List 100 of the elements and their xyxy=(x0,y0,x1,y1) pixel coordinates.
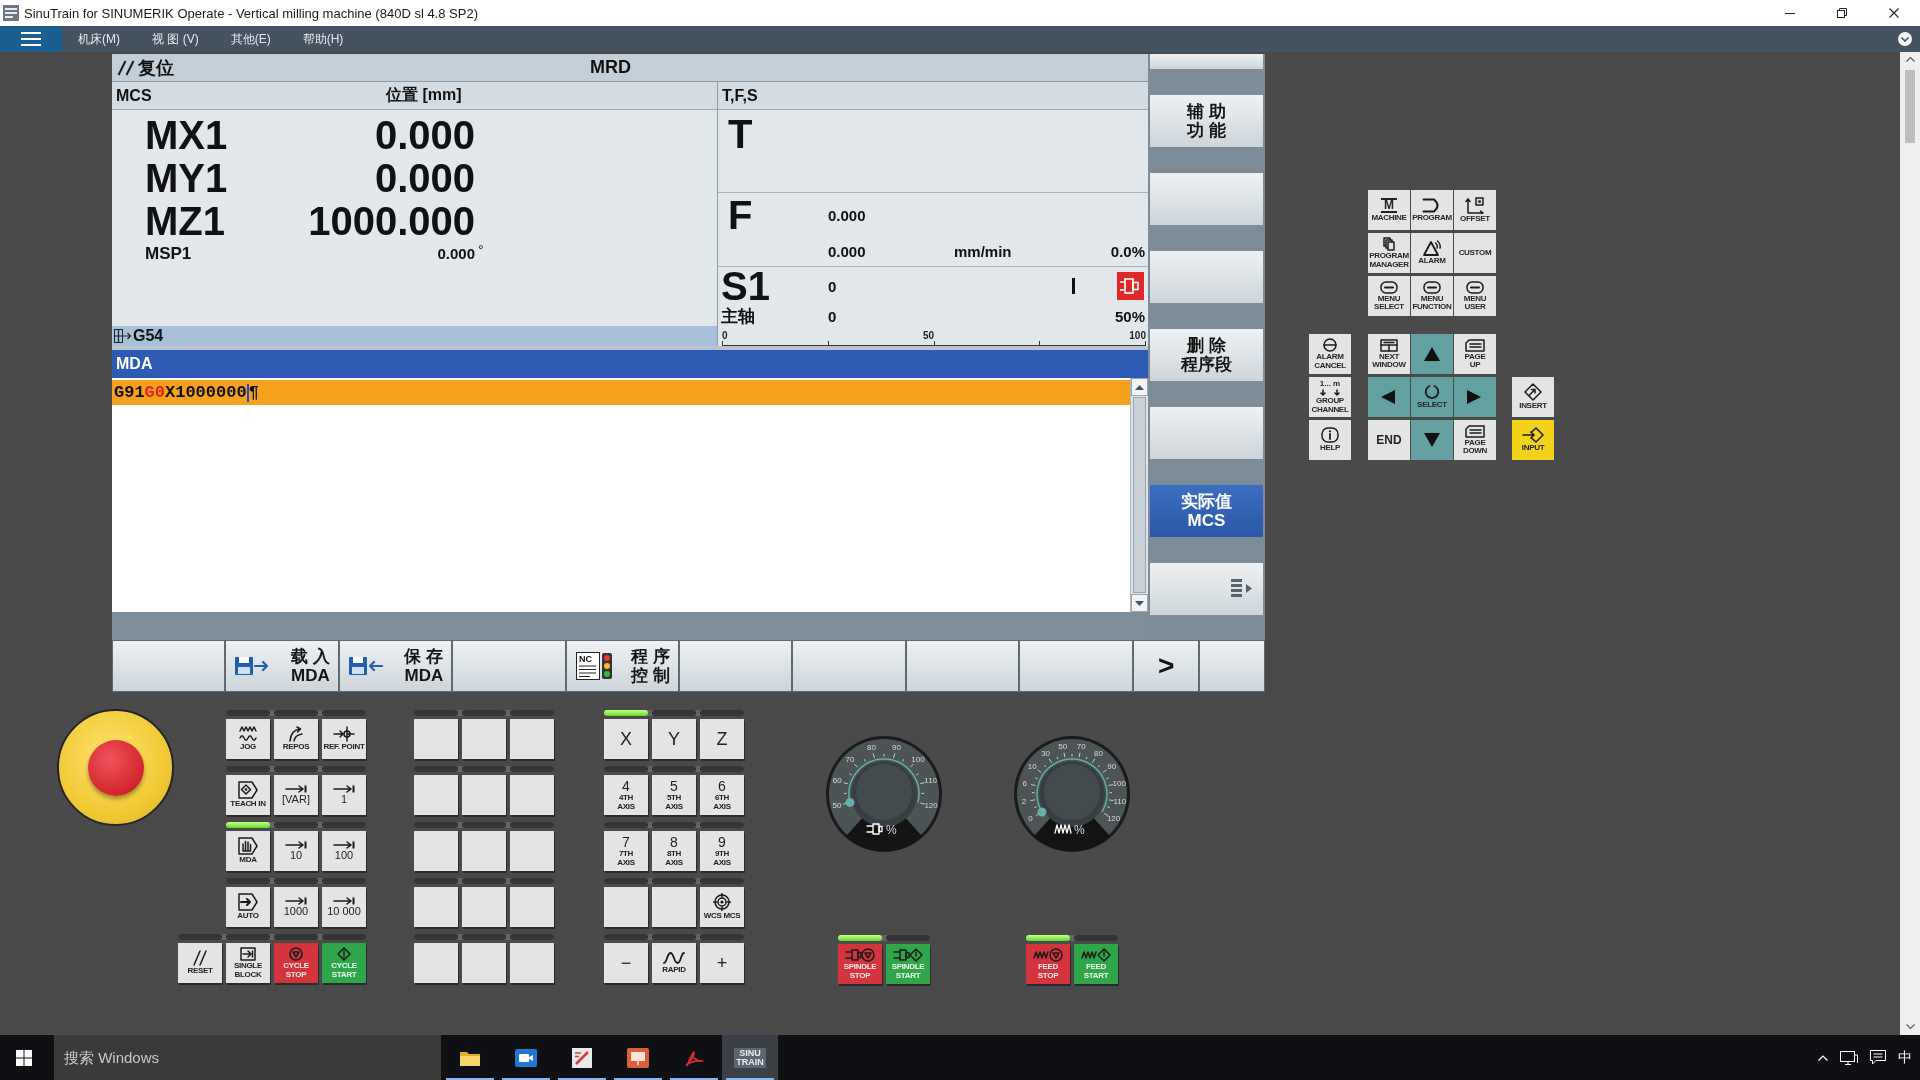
scrollbar[interactable] xyxy=(1130,378,1148,612)
blank-key[interactable] xyxy=(510,775,554,815)
blank-key[interactable] xyxy=(414,943,458,983)
override-dial[interactable]: 0 2 6 10 30 50 70 80 90 100 110 120 % xyxy=(1013,735,1131,853)
blank-key[interactable] xyxy=(652,887,696,927)
rapid-button[interactable]: RAPID xyxy=(652,943,696,983)
taskbar-app[interactable]: SINU TRAIN xyxy=(722,1035,778,1080)
wcs-mcs-button[interactable]: WCS MCS xyxy=(700,887,744,927)
axis-button[interactable]: X xyxy=(604,719,648,759)
next-window-key[interactable]: NEXT WINDOW xyxy=(1368,334,1410,374)
softkey[interactable]: 删 除 程序段 xyxy=(1150,329,1263,381)
blank-key[interactable] xyxy=(462,831,506,871)
softkey[interactable]: 辅 助 功 能 xyxy=(1150,95,1263,147)
reference-point-button[interactable]: REF. POINT xyxy=(322,719,366,759)
auto-button[interactable]: AUTO xyxy=(226,887,270,927)
help-key[interactable]: HELP xyxy=(1309,420,1351,460)
offset-key[interactable]: OFFSET xyxy=(1454,190,1496,230)
axis-button[interactable]: 6 6TH AXIS xyxy=(700,775,744,815)
input-method-indicator[interactable]: 中 xyxy=(1898,1048,1912,1067)
axis-button[interactable]: Y xyxy=(652,719,696,759)
alarm-cancel-key[interactable]: ALARM CANCEL xyxy=(1309,334,1351,374)
softkey[interactable]: 载 入 MDA xyxy=(226,641,338,691)
cursor-right-key[interactable] xyxy=(1454,377,1496,417)
program-key[interactable]: PROGRAM xyxy=(1411,190,1453,230)
menu-key[interactable]: MENU USER xyxy=(1454,276,1496,316)
menu-item[interactable]: 其他(E) xyxy=(214,26,287,52)
machine-key[interactable]: M MACHINE xyxy=(1368,190,1410,230)
softkey[interactable]: > xyxy=(1133,641,1198,691)
alarm-key[interactable]: ALARM xyxy=(1411,233,1453,273)
chevron-up-icon[interactable] xyxy=(1818,1054,1828,1061)
menu-key[interactable]: MENU SELECT xyxy=(1368,276,1410,316)
blank-key[interactable] xyxy=(510,719,554,759)
page-up-key[interactable]: PAGE UP xyxy=(1454,334,1496,374)
axis-button[interactable]: Z xyxy=(700,719,744,759)
blank-key[interactable] xyxy=(462,719,506,759)
blank-key[interactable] xyxy=(414,719,458,759)
softkey[interactable]: 保 存 MDA xyxy=(339,641,452,691)
blank-key[interactable] xyxy=(414,831,458,871)
increment-button[interactable]: [VAR] xyxy=(274,775,318,815)
repos-button[interactable]: REPOS xyxy=(274,719,318,759)
scrollbar[interactable] xyxy=(1900,52,1920,1035)
program-manager-key[interactable]: PROGRAM MANAGER xyxy=(1368,233,1410,273)
chevron-down-icon[interactable] xyxy=(1898,32,1912,46)
axis-button[interactable]: 9 9TH AXIS xyxy=(700,831,744,871)
scrollbar-thumb[interactable] xyxy=(1905,70,1915,143)
softkey[interactable] xyxy=(1150,563,1263,615)
softkey[interactable]: 实际值 MCS xyxy=(1150,485,1263,537)
cursor-down-key[interactable] xyxy=(1411,420,1453,460)
menu-item[interactable]: 帮助(H) xyxy=(286,26,360,52)
blank-key[interactable] xyxy=(462,887,506,927)
menu-key[interactable]: MENU FUNCTION xyxy=(1411,276,1453,316)
axis-button[interactable]: + xyxy=(700,943,744,983)
cycle-stop-button[interactable]: CYCLE STOP xyxy=(274,943,318,983)
blank-key[interactable] xyxy=(414,775,458,815)
cursor-left-key[interactable] xyxy=(1368,377,1410,417)
teach-in-button[interactable]: TEACH IN xyxy=(226,775,270,815)
select-key[interactable]: SELECT xyxy=(1411,377,1453,417)
blank-key[interactable] xyxy=(462,775,506,815)
menu-item[interactable]: 机床(M) xyxy=(62,26,136,52)
blank-key[interactable] xyxy=(414,887,458,927)
axis-button[interactable]: 8 8TH AXIS xyxy=(652,831,696,871)
scrollbar-thumb[interactable] xyxy=(1133,397,1146,593)
blank-key[interactable] xyxy=(510,831,554,871)
blank-key[interactable] xyxy=(604,887,648,927)
custom-key[interactable]: CUSTOM xyxy=(1454,233,1496,273)
search-field[interactable]: 搜索 Windows xyxy=(54,1035,441,1080)
notification-icon[interactable] xyxy=(1870,1050,1886,1065)
dial-pointer[interactable] xyxy=(1037,807,1047,817)
end-key[interactable]: END xyxy=(1368,420,1410,460)
spindle-stop-button[interactable]: SPINDLE STOP xyxy=(838,944,882,984)
blank-key[interactable] xyxy=(510,887,554,927)
insert-key[interactable]: INSERT xyxy=(1512,377,1554,417)
feed-stop-button[interactable]: FEED STOP xyxy=(1026,944,1070,984)
input-key[interactable]: INPUT xyxy=(1512,420,1554,460)
single-block-button[interactable]: SINGLE BLOCK xyxy=(226,943,270,983)
axis-button[interactable]: 4 4TH AXIS xyxy=(604,775,648,815)
softkey[interactable] xyxy=(1199,641,1265,691)
code-editor[interactable]: G91G0X1000000¶ xyxy=(112,378,1130,612)
dial-pointer[interactable] xyxy=(844,797,855,807)
increment-button[interactable]: 1 xyxy=(322,775,366,815)
increment-button[interactable]: 10 000 xyxy=(322,887,366,927)
override-dial[interactable]: 50 60 70 80 90 100 110 120 % xyxy=(825,735,943,853)
increment-button[interactable]: 1000 xyxy=(274,887,318,927)
axis-button[interactable]: 5 5TH AXIS xyxy=(652,775,696,815)
reset-button[interactable]: RESET xyxy=(178,943,222,983)
scroll-up-button[interactable] xyxy=(1131,378,1148,396)
menu-item[interactable]: 视 图 (V) xyxy=(136,26,215,52)
menu-button[interactable] xyxy=(0,26,62,52)
network-icon[interactable] xyxy=(1840,1050,1858,1065)
increment-button[interactable]: 100 xyxy=(322,831,366,871)
axis-button[interactable]: 7 7TH AXIS xyxy=(604,831,648,871)
blank-key[interactable] xyxy=(462,943,506,983)
blank-key[interactable] xyxy=(510,943,554,983)
page-down-key[interactable]: PAGE DOWN xyxy=(1454,420,1496,460)
axis-button[interactable]: − xyxy=(604,943,648,983)
mda-button[interactable]: MDA xyxy=(226,831,270,871)
increment-button[interactable]: 10 xyxy=(274,831,318,871)
group-channel-key[interactable]: 1... m GROUP CHANNEL xyxy=(1309,377,1351,417)
jog-button[interactable]: JOG xyxy=(226,719,270,759)
cursor-up-key[interactable] xyxy=(1411,334,1453,374)
